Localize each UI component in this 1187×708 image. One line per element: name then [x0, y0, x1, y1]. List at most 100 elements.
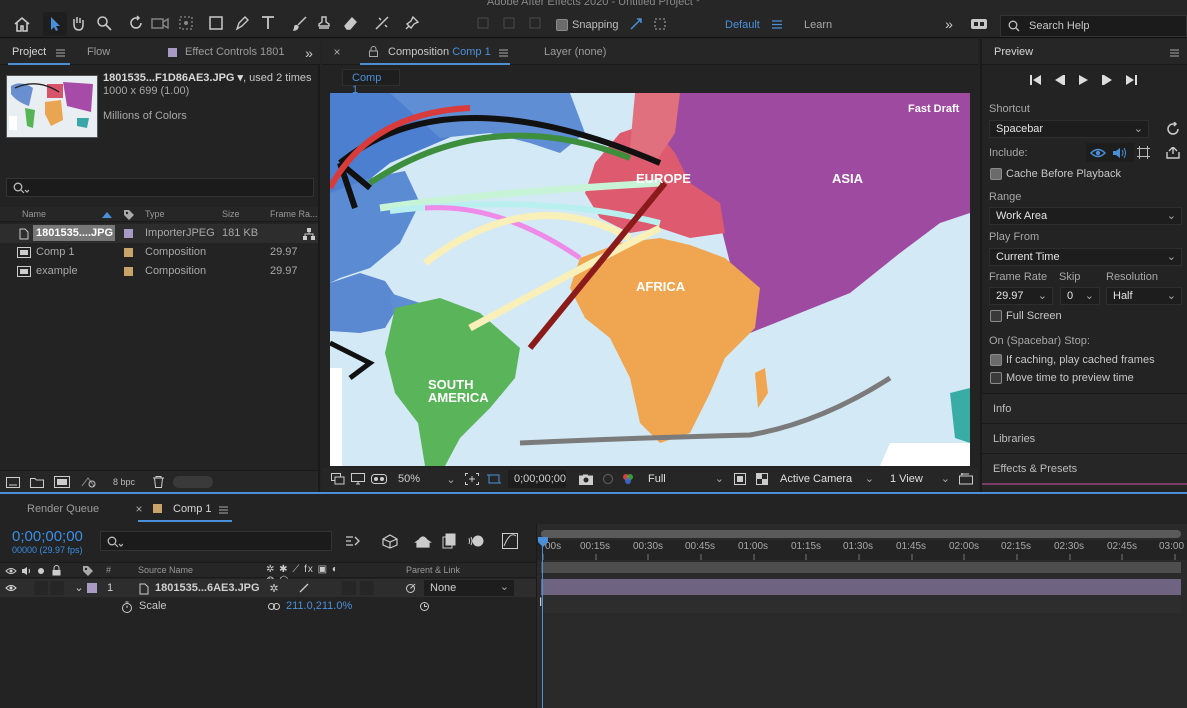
tab-comp-1[interactable]: Comp 1	[173, 503, 212, 515]
tab-composition[interactable]: Composition Comp 1	[388, 46, 491, 58]
panel-toggle-icon[interactable]	[968, 15, 990, 33]
layer-switches-header[interactable]: ✲ ✱ ⟋ fx ▣ ◐ ◍ ⬡	[266, 564, 340, 586]
always-preview-icon[interactable]	[330, 472, 346, 486]
shortcut-dropdown[interactable]: Spacebar ⌄	[989, 120, 1149, 138]
snap-features-icon[interactable]	[651, 15, 669, 33]
time-ruler[interactable]: 00s 00:15s 00:30s 00:45s 01:00s 01:15s 0…	[537, 540, 1187, 560]
camera-view-dropdown[interactable]: Active Camera ⌄	[774, 470, 878, 488]
current-time-indicator[interactable]	[542, 541, 543, 708]
clone-stamp-tool-icon[interactable]	[314, 13, 334, 33]
col-name[interactable]: Name	[22, 209, 46, 219]
comp-viewer[interactable]: Fast Draft EUROPE ASIA AFRICA SOUTH AMER…	[330, 93, 970, 466]
next-frame-icon[interactable]	[1100, 73, 1114, 87]
brush-tool-icon[interactable]	[290, 13, 310, 33]
include-video-eye-icon[interactable]	[1087, 144, 1109, 161]
hide-shy-layers-icon[interactable]	[413, 531, 433, 551]
info-panel-header[interactable]: Info	[982, 393, 1187, 423]
zoom-tool-icon[interactable]	[94, 13, 114, 33]
chevron-down-icon[interactable]: ⌄	[74, 582, 84, 594]
adjustment-switch[interactable]	[342, 581, 356, 595]
work-area-bar[interactable]	[541, 562, 1181, 573]
graph-editor-icon[interactable]	[500, 531, 520, 551]
item-name[interactable]: 1801535....JPG	[33, 225, 115, 241]
lock-icon[interactable]	[368, 45, 378, 57]
search-help-field[interactable]: Search Help	[1000, 15, 1187, 37]
parent-dropdown[interactable]: None ⌄	[424, 580, 514, 596]
expression-pick-whip-icon[interactable]	[418, 600, 430, 612]
skip-dropdown[interactable]: 0 ⌄	[1060, 287, 1100, 305]
home-icon[interactable]	[12, 14, 32, 34]
range-dropdown[interactable]: Work Area ⌄	[989, 207, 1182, 225]
close-tab-icon[interactable]: ×	[332, 45, 342, 59]
snap-edges-icon[interactable]	[627, 15, 645, 33]
chevron-down-icon[interactable]: ⌄	[446, 472, 456, 486]
layer-row[interactable]: ⌄ 1 1801535...6AE3.JPG ✲ None ⌄	[0, 579, 536, 597]
timeline-graph-area[interactable]: 00s 00:15s 00:30s 00:45s 01:00s 01:15s 0…	[536, 524, 1187, 708]
monitor-icon[interactable]	[350, 472, 366, 486]
rectangle-tool-icon[interactable]	[206, 13, 226, 33]
last-frame-icon[interactable]	[1124, 73, 1138, 87]
vr-goggles-icon[interactable]	[370, 472, 388, 486]
timeline-timecode[interactable]: 0;00;00;00	[12, 528, 83, 545]
project-scroll-slider[interactable]	[173, 476, 213, 488]
move-time-checkbox[interactable]	[990, 372, 1002, 384]
audio-speaker-icon[interactable]	[20, 565, 32, 576]
panel-menu-icon[interactable]	[218, 505, 228, 514]
col-frame-rate[interactable]: Frame Ra...	[270, 209, 318, 219]
selection-tool-icon[interactable]	[43, 12, 67, 36]
col-type[interactable]: Type	[145, 209, 165, 219]
item-name[interactable]: example	[36, 265, 78, 277]
stopwatch-icon[interactable]	[120, 600, 133, 613]
pan-behind-tool-icon[interactable]	[176, 13, 196, 33]
rotate-tool-icon[interactable]	[126, 13, 146, 33]
layer-duration-bar[interactable]	[541, 579, 1181, 595]
view-layout-dropdown[interactable]: 1 View ⌄	[884, 470, 954, 488]
more-workspaces-icon[interactable]: »	[940, 15, 958, 33]
full-screen-checkbox[interactable]	[990, 310, 1002, 322]
timeline-search-input[interactable]	[100, 531, 332, 551]
quality-switch-icon[interactable]	[298, 582, 310, 594]
color-channels-icon[interactable]	[620, 472, 636, 486]
snapping-checkbox[interactable]	[556, 19, 568, 31]
col-source-name[interactable]: Source Name	[138, 565, 193, 575]
libraries-panel-header[interactable]: Libraries	[982, 423, 1187, 453]
project-item-row[interactable]: Comp 1 Composition 29.97	[0, 243, 318, 262]
reset-shortcut-icon[interactable]	[1164, 120, 1182, 138]
type-tool-icon[interactable]	[258, 12, 278, 32]
new-composition-icon[interactable]	[53, 475, 71, 489]
interpret-footage-icon[interactable]	[5, 475, 21, 489]
hand-tool-icon[interactable]	[68, 13, 88, 33]
resolution-dropdown[interactable]: Full ⌄	[642, 470, 728, 488]
region-of-interest-icon[interactable]	[486, 472, 502, 486]
new-folder-icon[interactable]	[29, 475, 45, 489]
panel-menu-icon[interactable]	[1169, 48, 1179, 57]
tab-render-queue[interactable]: Render Queue	[27, 503, 99, 515]
motion-blur-icon[interactable]	[466, 531, 486, 551]
constrain-proportions-icon[interactable]	[267, 601, 281, 611]
more-tabs-icon[interactable]: »	[302, 45, 316, 61]
pen-tool-icon[interactable]	[232, 13, 252, 33]
project-settings-icon[interactable]	[79, 475, 97, 489]
eraser-tool-icon[interactable]	[340, 13, 360, 33]
reset-exposure-icon[interactable]	[958, 472, 974, 486]
trash-icon[interactable]	[151, 475, 165, 489]
workspace-default-tab[interactable]: Default	[725, 19, 760, 31]
solo-dot-icon[interactable]	[35, 565, 47, 576]
include-audio-speaker-icon[interactable]	[1109, 144, 1131, 161]
time-navigator-bar[interactable]	[541, 530, 1181, 538]
lock-switch[interactable]	[50, 581, 64, 595]
lock-icon[interactable]	[50, 565, 62, 576]
camera-tool-icon[interactable]	[150, 13, 170, 33]
fit-frame-icon[interactable]	[464, 472, 480, 486]
project-search-input[interactable]	[6, 178, 314, 197]
tab-layer[interactable]: Layer (none)	[544, 46, 606, 58]
panel-menu-icon[interactable]	[498, 48, 508, 57]
include-external-output-icon[interactable]	[1164, 144, 1182, 161]
layer-visibility-eye-icon[interactable]	[5, 582, 17, 593]
show-snapshot-icon[interactable]	[600, 472, 616, 486]
bit-depth-button[interactable]: 8 bpc	[105, 474, 145, 490]
puppet-pin-tool-icon[interactable]	[402, 13, 422, 33]
solo-switch[interactable]	[34, 581, 48, 595]
col-parent-link[interactable]: Parent & Link	[406, 565, 460, 575]
workspace-learn-tab[interactable]: Learn	[804, 19, 832, 31]
